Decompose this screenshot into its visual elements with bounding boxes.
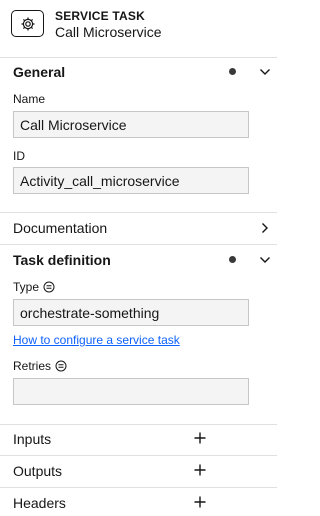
service-task-icon-box bbox=[11, 10, 44, 37]
add-output-plus-icon[interactable] bbox=[193, 463, 207, 477]
configure-service-task-link[interactable]: How to configure a service task bbox=[13, 333, 180, 347]
section-task-definition-header[interactable]: Task definition bbox=[0, 246, 277, 274]
changed-indicator-dot bbox=[229, 256, 236, 263]
task-name: Call Microservice bbox=[55, 24, 162, 40]
section-outputs-title: Outputs bbox=[13, 463, 63, 479]
name-field[interactable] bbox=[13, 111, 249, 138]
changed-indicator-dot bbox=[229, 68, 236, 75]
name-label: Name bbox=[13, 92, 46, 106]
add-input-plus-icon[interactable] bbox=[193, 431, 207, 445]
divider bbox=[0, 487, 277, 488]
chevron-down-icon[interactable] bbox=[258, 253, 272, 267]
section-general-header[interactable]: General bbox=[0, 58, 277, 86]
gear-icon bbox=[21, 17, 34, 30]
type-label-text: Type bbox=[13, 280, 40, 294]
panel-header: SERVICE TASK Call Microservice bbox=[0, 0, 277, 58]
section-documentation-title: Documentation bbox=[13, 220, 108, 236]
retries-field[interactable] bbox=[13, 378, 249, 405]
section-documentation-header[interactable]: Documentation bbox=[0, 214, 277, 242]
retries-label-text: Retries bbox=[13, 359, 52, 373]
divider bbox=[0, 455, 277, 456]
retries-label: Retries bbox=[13, 359, 67, 373]
section-task-definition-title: Task definition bbox=[13, 252, 111, 268]
type-label: Type bbox=[13, 280, 55, 294]
section-headers-header[interactable]: Headers bbox=[0, 489, 277, 516]
type-field[interactable] bbox=[13, 299, 249, 326]
feel-expression-icon[interactable] bbox=[55, 360, 67, 372]
add-header-plus-icon[interactable] bbox=[193, 495, 207, 509]
section-outputs-header[interactable]: Outputs bbox=[0, 457, 277, 485]
divider bbox=[0, 212, 277, 213]
chevron-down-icon[interactable] bbox=[258, 65, 272, 79]
section-general-title: General bbox=[13, 64, 66, 80]
feel-expression-icon[interactable] bbox=[43, 281, 55, 293]
chevron-right-icon[interactable] bbox=[258, 221, 272, 235]
task-type-label: SERVICE TASK bbox=[55, 9, 145, 23]
id-field[interactable] bbox=[13, 167, 249, 194]
section-inputs-header[interactable]: Inputs bbox=[0, 425, 277, 453]
section-inputs-title: Inputs bbox=[13, 431, 52, 447]
id-label: ID bbox=[13, 149, 25, 163]
section-headers-title: Headers bbox=[13, 495, 66, 511]
divider bbox=[0, 244, 277, 245]
